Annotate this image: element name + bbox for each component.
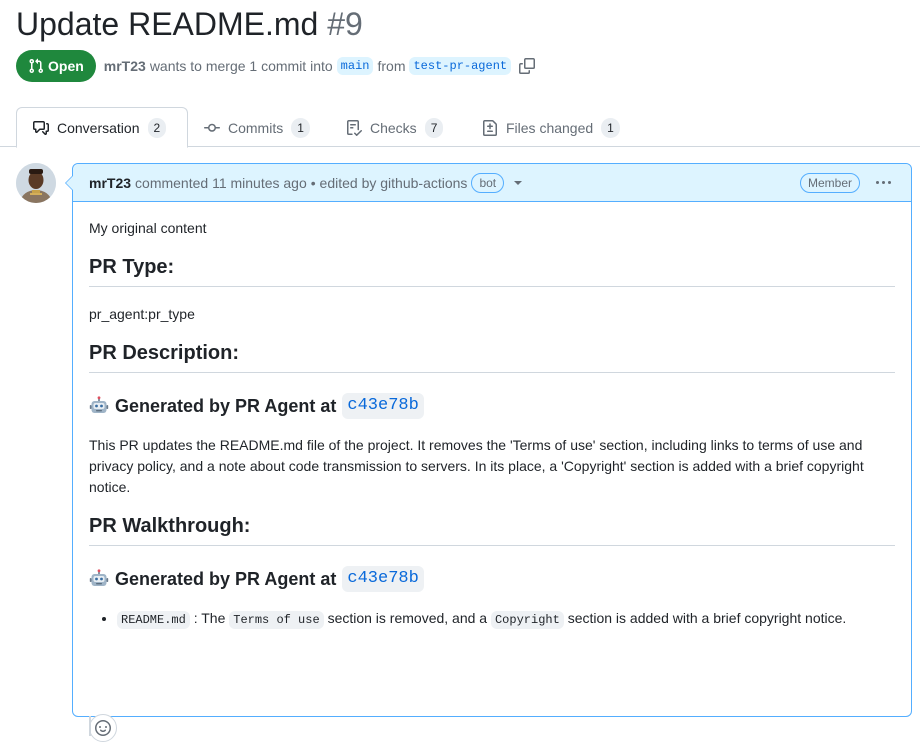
bullet-text: : The (193, 610, 226, 626)
description-text: This PR updates the README.md file of th… (89, 437, 864, 495)
commit-sha-link[interactable]: c43e78b (342, 566, 424, 592)
inline-code-section: Terms of use (229, 611, 324, 629)
chevron-down-icon[interactable] (514, 180, 523, 185)
timeline-line (89, 716, 91, 736)
pr-title: Update README.md #9 (16, 4, 363, 44)
generated-by-text: Generated by PR Agent at (115, 396, 337, 416)
git-commit-icon (204, 123, 220, 132)
pr-description-heading: PR Description: (89, 341, 895, 373)
tab-conversation[interactable]: Conversation 2 (16, 107, 188, 148)
pr-comment: mrT23 commented 11 minutes ago • edited … (65, 163, 912, 742)
pr-number: #9 (327, 6, 363, 42)
comment-header: mrT23 commented 11 minutes ago • edited … (73, 164, 911, 202)
pr-type-value: pr_agent:pr_type (89, 306, 195, 322)
comment-discussion-icon (33, 120, 49, 135)
tab-counter: 1 (291, 117, 310, 138)
bullet-text: section is removed, and a (327, 610, 488, 626)
base-branch[interactable]: main (336, 57, 374, 75)
smiley-icon (95, 720, 111, 736)
walkthrough-list: README.md : The Terms of use section is … (89, 608, 895, 631)
comment-timestamp[interactable]: commented 11 minutes ago (135, 175, 307, 191)
git-pull-request-icon (29, 58, 44, 74)
comment-body: My original content PR Type: pr_agent:pr… (73, 202, 911, 742)
bot-label: bot (471, 172, 505, 193)
merge-text: wants to merge 1 commit into (149, 58, 333, 74)
tab-checks[interactable]: Checks 7 (330, 107, 459, 148)
kebab-horizontal-icon[interactable] (872, 181, 895, 184)
tab-files-changed[interactable]: Files changed 1 (466, 107, 636, 148)
head-branch[interactable]: test-pr-agent (409, 57, 512, 75)
robot-icon (89, 569, 109, 589)
pr-tabs: Conversation 2 Commits 1 Checks 7 Files … (0, 107, 920, 148)
edited-by-dropdown[interactable]: • edited by github-actions (311, 175, 468, 191)
list-item: README.md : The Terms of use section is … (117, 608, 895, 631)
comment-author[interactable]: mrT23 (89, 175, 131, 191)
inline-code-file: README.md (117, 611, 190, 629)
tab-counter: 7 (424, 117, 444, 138)
inline-code-section: Copyright (490, 611, 564, 629)
from-text: from (377, 58, 406, 74)
tab-counter: 2 (147, 117, 167, 138)
state-label: Open (48, 58, 84, 74)
tab-label: Commits (228, 119, 284, 136)
bullet-text: section is added with a brief copyright … (567, 610, 847, 626)
pr-state-row: Open mrT23 wants to merge 1 commit into … (16, 50, 536, 82)
tab-commits[interactable]: Commits 1 (188, 107, 326, 148)
pr-type-heading: PR Type: (89, 255, 895, 287)
tab-label: Files changed (506, 119, 594, 136)
avatar[interactable] (16, 163, 56, 203)
generated-by-heading: Generated by PR Agent at c43e78b (89, 393, 895, 419)
tab-label: Checks (370, 119, 417, 136)
walkthrough-generated-by-heading: Generated by PR Agent at c43e78b (89, 566, 895, 592)
commit-sha-link[interactable]: c43e78b (342, 393, 424, 419)
state-badge: Open (16, 50, 96, 82)
member-label: Member (799, 172, 860, 193)
tab-label: Conversation (57, 119, 140, 136)
generated-by-text: Generated by PR Agent at (115, 569, 337, 589)
copy-icon[interactable] (519, 58, 536, 74)
add-reaction-button[interactable] (89, 714, 117, 742)
pr-author-link[interactable]: mrT23 (104, 58, 146, 74)
tab-counter: 1 (601, 117, 620, 138)
robot-icon (89, 396, 109, 416)
file-diff-icon (483, 119, 497, 136)
comment-intro: My original content (89, 220, 207, 236)
checklist-icon (347, 119, 362, 136)
pr-title-text: Update README.md (16, 6, 319, 42)
pr-walkthrough-heading: PR Walkthrough: (89, 514, 895, 546)
